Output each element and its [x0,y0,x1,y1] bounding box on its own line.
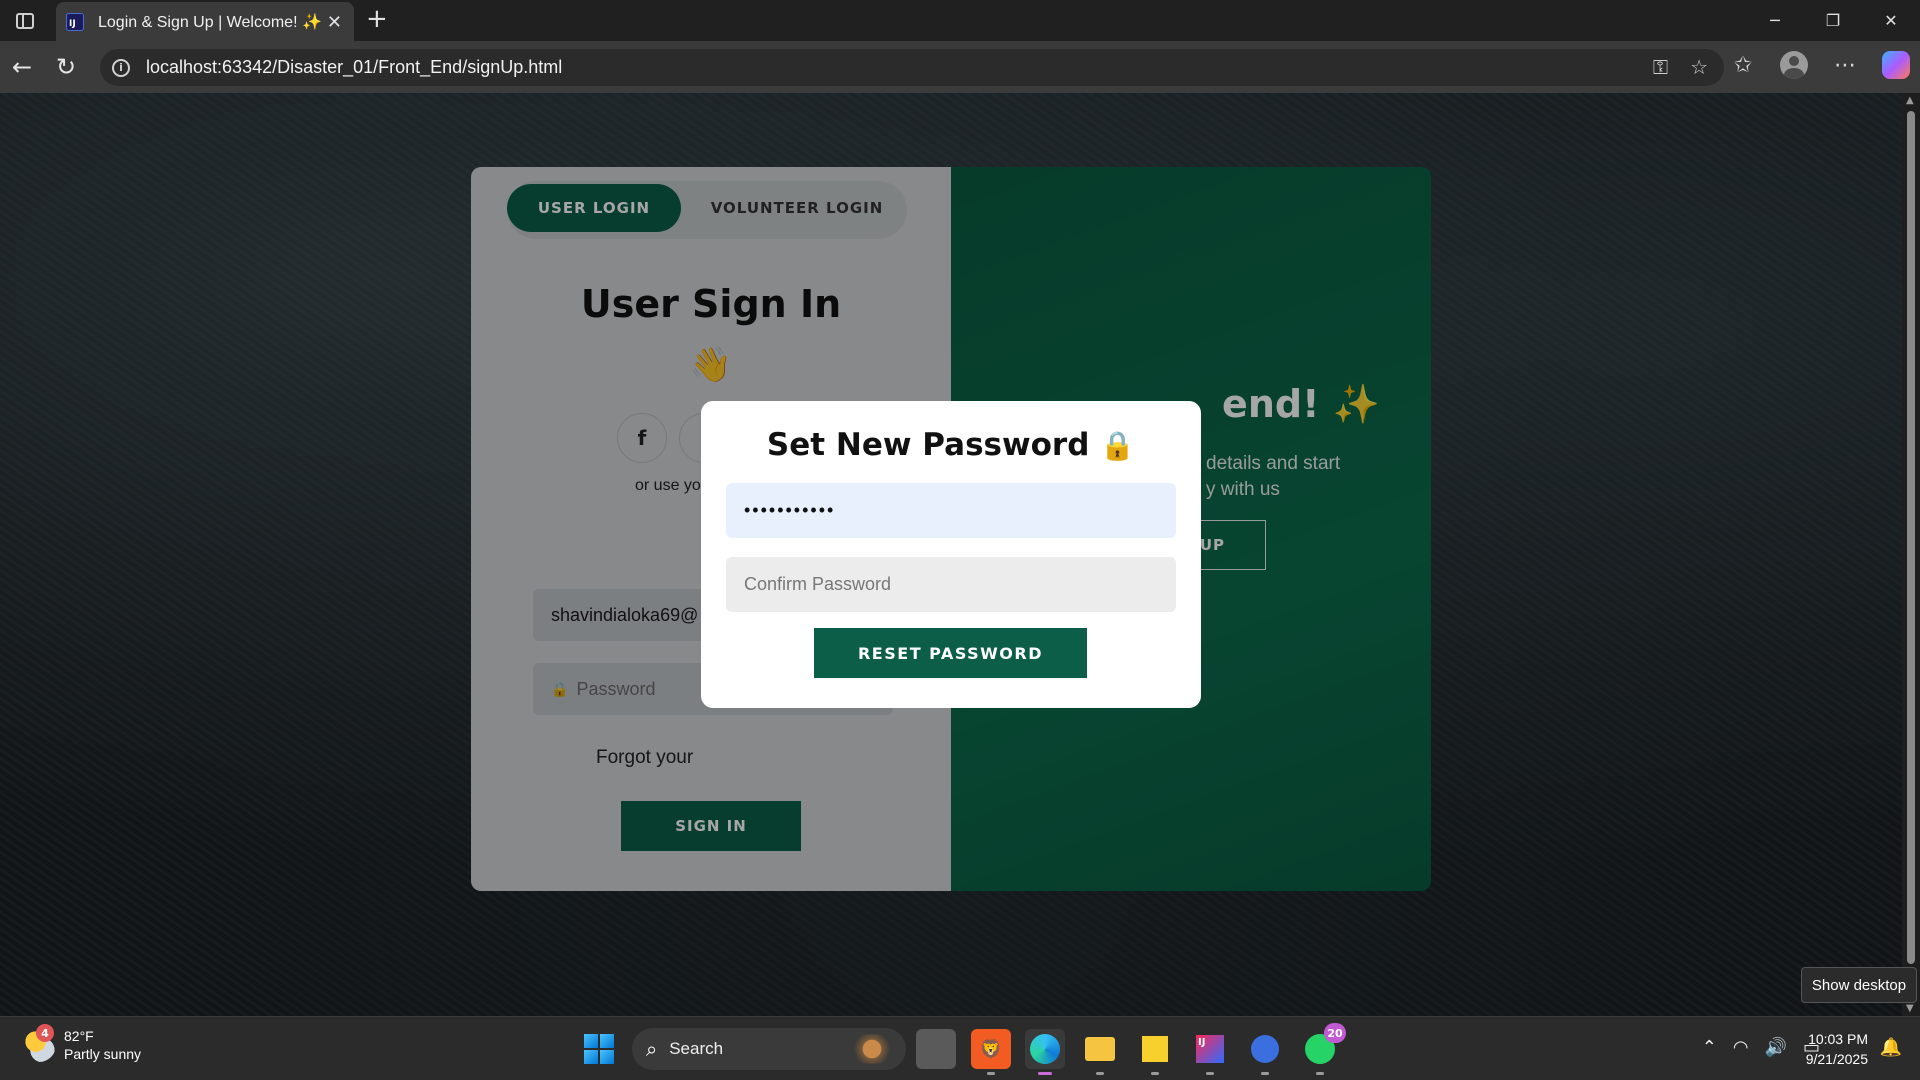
search-highlight-planet-icon [846,1034,898,1064]
favorite-star-icon[interactable]: ☆ [1690,55,1708,79]
minimize-icon[interactable]: ─ [1746,0,1804,40]
wifi-icon[interactable]: ◠ [1733,1037,1749,1058]
modal-title-text: Set New Password [766,427,1090,463]
search-icon: ⌕ [646,1037,658,1061]
weather-condition: Partly sunny [64,1046,142,1062]
new-password-value: ••••••••••• [744,500,836,520]
taskbar-search[interactable]: ⌕ Search [632,1028,906,1070]
browser-toolbar-right: ✩ ⋯ [1728,51,1910,79]
more-menu-icon[interactable]: ⋯ [1830,53,1860,78]
lock-icon: 🔒 [1100,429,1136,462]
clock-time: 10:03 PM [1808,1031,1868,1047]
partly-sunny-icon: 4 [22,1024,56,1062]
page-scrollbar[interactable]: ▲ ▼ [1902,93,1920,1016]
whatsapp-badge: 20 [1324,1023,1346,1043]
notification-bell-icon[interactable]: 🔔 [1880,1037,1902,1058]
intellij-idea-icon[interactable]: IJ [1190,1029,1230,1075]
show-desktop-tooltip: Show desktop [1801,967,1917,1003]
file-explorer-icon[interactable] [1080,1029,1120,1075]
search-label: Search [669,1039,724,1058]
browser-tab-active[interactable]: IJ Login & Sign Up | Welcome! ✨ ✕ [56,2,354,41]
taskbar: 4 82°F Partly sunny ⌕ Search 🦁 IJ 20 ⌃ ◠… [0,1016,1920,1080]
task-view-icon[interactable] [916,1029,956,1069]
temperature: 82°F [64,1028,94,1044]
weather-badge: 4 [36,1024,54,1042]
back-icon[interactable]: ← [12,53,32,81]
chevron-up-icon[interactable]: ⌃ [1702,1037,1717,1058]
page-viewport: USER LOGIN VOLUNTEER LOGIN User Sign In … [0,93,1920,1016]
address-bar[interactable]: i localhost:63342/Disaster_01/Front_End/… [100,49,1724,86]
close-window-icon[interactable]: ✕ [1862,0,1920,40]
address-toolbar: ← ↻ i localhost:63342/Disaster_01/Front_… [0,41,1920,93]
scroll-thumb[interactable] [1907,111,1915,964]
scroll-down-icon[interactable]: ▼ [1906,1003,1914,1014]
confirm-password-placeholder: Confirm Password [744,574,892,594]
volume-icon[interactable]: 🔊 [1765,1037,1787,1058]
clock-date: 9/21/2025 [1805,1051,1868,1067]
reset-password-button[interactable]: RESET PASSWORD [814,628,1087,678]
profile-avatar-icon[interactable] [1780,51,1808,79]
tab-actions-icon[interactable] [12,10,38,32]
new-tab-icon[interactable]: + [366,4,388,34]
clock[interactable]: 10:03 PM 9/21/2025 [1806,1029,1868,1069]
confirm-password-field[interactable]: Confirm Password [726,557,1176,612]
new-password-field[interactable]: ••••••••••• [726,483,1176,538]
restore-icon[interactable]: ❐ [1804,0,1862,40]
key-icon[interactable]: ⚿ [1653,55,1668,79]
weather-widget[interactable]: 4 82°F Partly sunny [22,1024,142,1063]
intellij-favicon-icon: IJ [66,12,84,31]
favorites-icon[interactable]: ✩ [1728,53,1758,78]
modal-title: Set New Password 🔒 [701,427,1201,463]
tab-title: Login & Sign Up | Welcome! ✨ [98,13,322,31]
start-windows-icon[interactable] [584,1034,614,1064]
browser-tab-bar: IJ Login & Sign Up | Welcome! ✨ ✕ + ─ ❐ … [0,0,1920,41]
refresh-icon[interactable]: ↻ [56,53,76,81]
sticky-notes-icon[interactable] [1135,1029,1175,1075]
edge-browser-icon[interactable] [1025,1029,1065,1075]
url-text: localhost:63342/Disaster_01/Front_End/si… [146,57,563,77]
app-blue-icon[interactable] [1245,1029,1285,1075]
copilot-icon[interactable] [1882,51,1910,79]
whatsapp-icon[interactable]: 20 [1300,1023,1346,1075]
site-info-icon[interactable]: i [112,58,130,77]
system-tray: ⌃ ◠ 🔊 ▭ [1702,1037,1820,1058]
window-controls: ─ ❐ ✕ [1746,0,1920,40]
set-password-modal: Set New Password 🔒 ••••••••••• Confirm P… [701,401,1201,708]
close-tab-icon[interactable]: ✕ [327,12,342,33]
brave-browser-icon[interactable]: 🦁 [971,1029,1011,1075]
scroll-up-icon[interactable]: ▲ [1906,95,1914,106]
